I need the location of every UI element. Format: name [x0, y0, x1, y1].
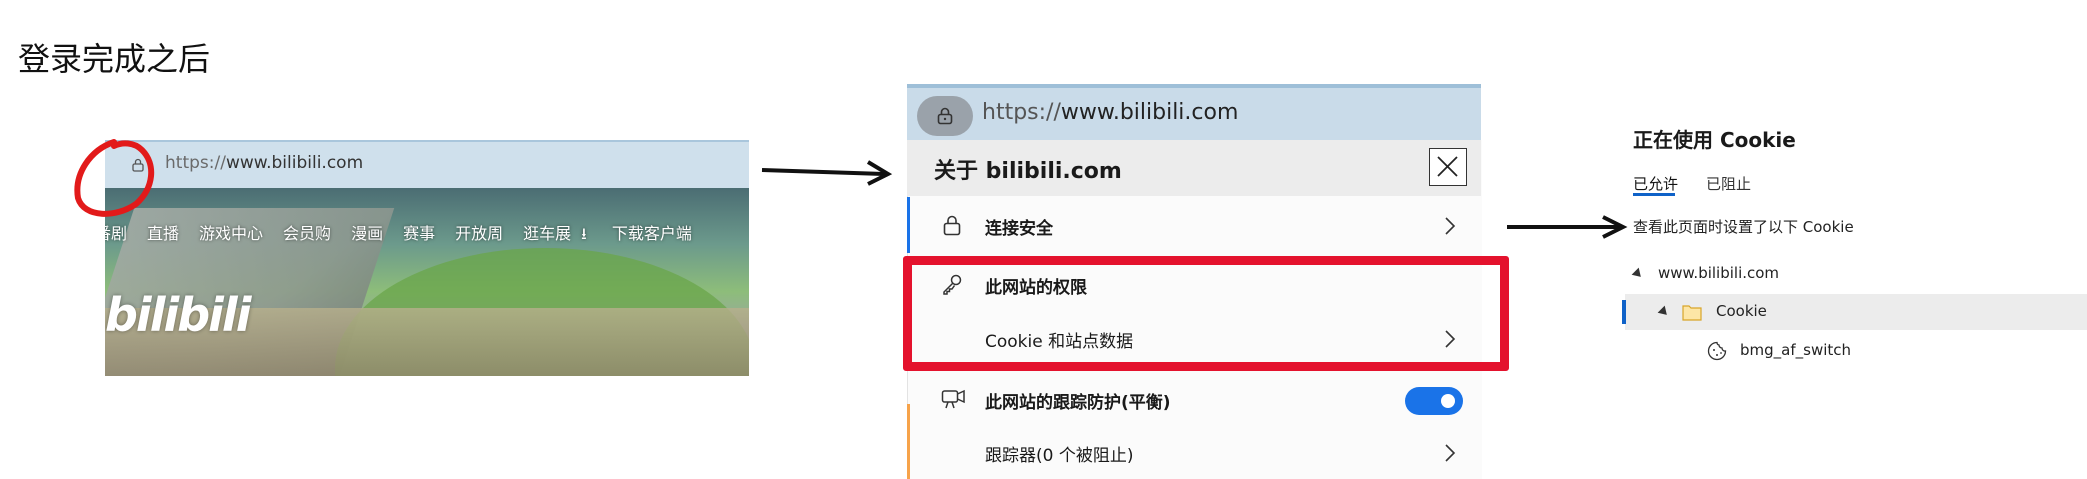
url-text[interactable]: https://www.bilibili.com: [165, 153, 363, 173]
tracking-prevention-label: 此网站的跟踪防护(平衡): [985, 393, 1171, 413]
arrow-1: [761, 160, 893, 186]
cookies-in-use-title: 正在使用 Cookie: [1633, 128, 1796, 152]
popover-header: 关于 bilibili.com: [907, 140, 1481, 196]
red-annotation-circle: [74, 139, 155, 217]
tree-cookie-label: bmg_af_switch: [1740, 341, 1852, 359]
folder-icon: [1682, 305, 1702, 321]
nav-item[interactable]: 会员购: [283, 220, 331, 250]
nav-item[interactable]: 逛车展: [523, 220, 571, 250]
chevron-right-icon: [1445, 444, 1456, 462]
popover-title: 关于 bilibili.com: [934, 159, 1122, 184]
tab-allowed-underline: [1633, 193, 1675, 196]
page-heading: 登录完成之后: [18, 40, 211, 78]
tree-domain-label: www.bilibili.com: [1658, 264, 1780, 282]
tree-item-cookie[interactable]: bmg_af_switch: [1625, 333, 2087, 369]
url-scheme: https://: [165, 153, 226, 173]
trackers-row[interactable]: 跟踪器(0 个被阻止): [907, 427, 1481, 479]
nav-item[interactable]: 直播: [147, 220, 179, 250]
selected-indicator: [1622, 300, 1626, 324]
url-domain: www.bilibili.com: [225, 153, 364, 173]
close-icon: [1437, 156, 1458, 177]
arrow-2: [1507, 215, 1628, 239]
close-button[interactable]: [1429, 148, 1467, 186]
url-domain: www.bilibili.com: [1060, 100, 1239, 125]
url-text[interactable]: https://www.bilibili.com: [982, 100, 1238, 125]
trackers-label: 跟踪器(0 个被阻止): [985, 446, 1134, 466]
nav-item[interactable]: 赛事: [403, 220, 435, 250]
tree-folder-label: Cookie: [1716, 302, 1767, 320]
chevron-right-icon: [1445, 217, 1456, 235]
download-icon: ⭳: [581, 224, 592, 243]
nav-item[interactable]: 漫画: [351, 220, 383, 250]
tracking-prevention-row: 此网站的跟踪防护(平衡): [907, 374, 1481, 426]
expand-triangle-icon[interactable]: [1657, 305, 1671, 319]
address-bar[interactable]: https://www.bilibili.com: [907, 84, 1481, 140]
nav-item[interactable]: 游戏中心: [199, 220, 263, 250]
toggle-knob: [1441, 394, 1455, 408]
site-banner: 番剧 直播 游戏中心 会员购 漫画 赛事 开放周 逛车展 ⭳ 下载客户端 bil…: [105, 188, 749, 376]
nav-download[interactable]: ⭳ 下载客户端: [581, 220, 712, 250]
cookies-description: 查看此页面时设置了以下 Cookie: [1633, 218, 1854, 236]
tree-item-domain[interactable]: www.bilibili.com: [1625, 256, 2087, 292]
lock-icon: [943, 215, 961, 236]
nav-download-label: 下载客户端: [611, 224, 692, 243]
connection-secure-label: 连接安全: [985, 219, 1053, 239]
nav-item[interactable]: 番剧: [105, 220, 127, 250]
tracking-prevention-icon: [941, 389, 965, 409]
lock-icon: [937, 107, 953, 125]
site-info-button[interactable]: [917, 96, 973, 136]
bilibili-logo[interactable]: bilibili: [105, 288, 251, 342]
nav-item[interactable]: 开放周: [455, 220, 503, 250]
bilibili-page-screenshot: https://www.bilibili.com 番剧 直播 游戏中心 会员购 …: [105, 140, 749, 376]
expand-triangle-icon[interactable]: [1631, 267, 1645, 281]
site-nav: 番剧 直播 游戏中心 会员购 漫画 赛事 开放周 逛车展 ⭳ 下载客户端: [105, 220, 749, 250]
connection-secure-row[interactable]: 连接安全: [907, 200, 1481, 252]
tree-item-cookie-folder[interactable]: Cookie: [1625, 294, 2087, 330]
row-edge-accent: [907, 404, 910, 479]
address-bar[interactable]: https://www.bilibili.com: [105, 140, 749, 188]
tracking-prevention-toggle[interactable]: [1405, 387, 1463, 415]
url-scheme: https://: [982, 100, 1061, 125]
tab-allowed[interactable]: 已允许: [1633, 173, 1678, 194]
tab-blocked[interactable]: 已阻止: [1706, 173, 1751, 194]
highlight-box: [903, 256, 1509, 371]
cookie-icon: [1707, 341, 1727, 361]
